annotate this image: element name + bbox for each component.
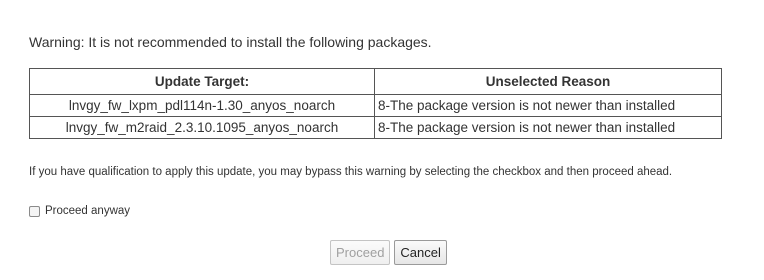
proceed-anyway-option[interactable]: Proceed anyway [29, 205, 130, 217]
column-header-unselected-reason: Unselected Reason [374, 68, 722, 95]
dialog-buttons: Proceed Cancel [330, 240, 447, 265]
update-target-cell: lnvgy_fw_m2raid_2.3.10.1095_anyos_noarch [29, 116, 375, 139]
qualification-notice: If you have qualification to apply this … [29, 166, 673, 178]
proceed-anyway-label[interactable]: Proceed anyway [45, 205, 130, 217]
table-row: lnvgy_fw_lxpm_pdl114n-1.30_anyos_noarch … [29, 94, 722, 117]
unselected-reason-cell: 8-The package version is not newer than … [374, 116, 722, 139]
table-header-row: Update Target: Unselected Reason [29, 68, 722, 95]
unselected-reason-cell: 8-The package version is not newer than … [374, 94, 722, 117]
proceed-anyway-checkbox[interactable] [29, 205, 40, 217]
cancel-button[interactable]: Cancel [394, 240, 447, 265]
column-header-update-target: Update Target: [29, 68, 375, 95]
update-warning-dialog: Warning: It is not recommended to instal… [0, 0, 764, 280]
update-target-cell: lnvgy_fw_lxpm_pdl114n-1.30_anyos_noarch [29, 94, 375, 117]
warning-message: Warning: It is not recommended to instal… [29, 34, 432, 50]
packages-table: Update Target: Unselected Reason lnvgy_f… [29, 68, 722, 139]
table-row: lnvgy_fw_m2raid_2.3.10.1095_anyos_noarch… [29, 116, 722, 139]
proceed-button[interactable]: Proceed [330, 240, 391, 265]
